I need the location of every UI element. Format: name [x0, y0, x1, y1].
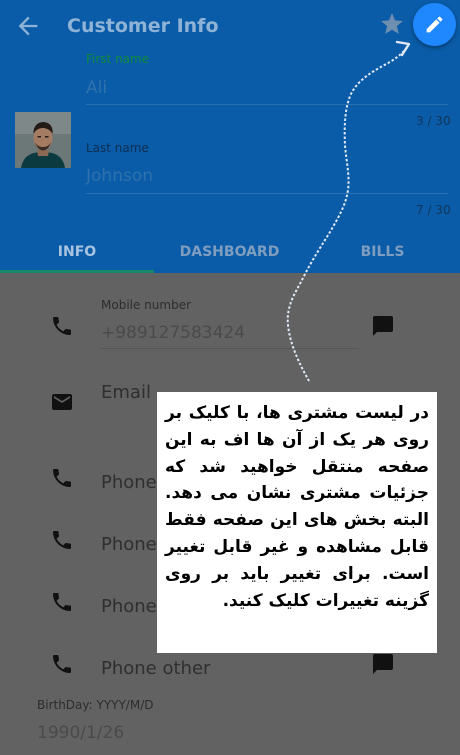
first-name-input[interactable]: Ali — [86, 77, 107, 99]
customer-header: Customer Info First name Ali 3 / 30 Last… — [0, 0, 460, 273]
tutorial-text: در لیست مشتری ها، با کلیک بر روی هر یک ا… — [165, 403, 429, 611]
phone-icon — [53, 469, 71, 487]
first-name-label: First name — [86, 52, 150, 66]
customer-info-screen: Customer Info First name Ali 3 / 30 Last… — [0, 0, 460, 755]
phone-icon — [53, 655, 71, 673]
tab-bills[interactable]: BILLS — [305, 234, 460, 273]
page-title: Customer Info — [67, 15, 219, 37]
pencil-edit-icon — [426, 16, 443, 33]
last-name-label: Last name — [86, 141, 149, 155]
phone-field[interactable]: Phone — [101, 596, 157, 618]
phone-other-field[interactable]: Phone other — [101, 658, 210, 680]
last-name-input[interactable]: Johnson — [86, 165, 153, 187]
favorite-button[interactable] — [379, 11, 407, 39]
email-icon — [52, 394, 72, 410]
birthday-input[interactable]: 1990/1/26 — [37, 722, 124, 744]
mobile-underline — [101, 348, 359, 349]
back-button[interactable] — [14, 12, 42, 40]
phone-icon — [53, 317, 71, 335]
tab-indicator — [0, 270, 154, 273]
avatar[interactable] — [15, 112, 71, 168]
phone-field[interactable]: Phone — [101, 472, 157, 494]
first-name-underline — [86, 104, 448, 105]
tab-dashboard[interactable]: DASHBOARD — [154, 234, 305, 273]
mobile-label: Mobile number — [101, 298, 192, 312]
arrow-back-icon — [18, 16, 38, 36]
birthday-label: BirthDay: YYYY/M/D — [37, 698, 154, 712]
person-photo-icon — [15, 112, 71, 168]
tab-info[interactable]: INFO — [0, 234, 154, 273]
phone-field[interactable]: Phone — [101, 534, 157, 556]
message-icon[interactable] — [371, 314, 395, 338]
tutorial-tooltip[interactable]: در لیست مشتری ها، با کلیک بر روی هر یک ا… — [157, 392, 437, 653]
message-icon[interactable] — [371, 652, 395, 676]
phone-icon — [53, 531, 71, 549]
edit-button[interactable] — [413, 3, 456, 46]
phone-icon — [53, 593, 71, 611]
email-field[interactable]: Email — [101, 382, 151, 404]
star-icon — [381, 13, 403, 34]
last-name-underline — [86, 193, 448, 194]
last-name-counter: 7 / 30 — [416, 203, 451, 217]
tab-bar: INFO DASHBOARD BILLS — [0, 234, 460, 273]
mobile-input[interactable]: +989127583424 — [101, 322, 245, 344]
first-name-counter: 3 / 30 — [416, 114, 451, 128]
